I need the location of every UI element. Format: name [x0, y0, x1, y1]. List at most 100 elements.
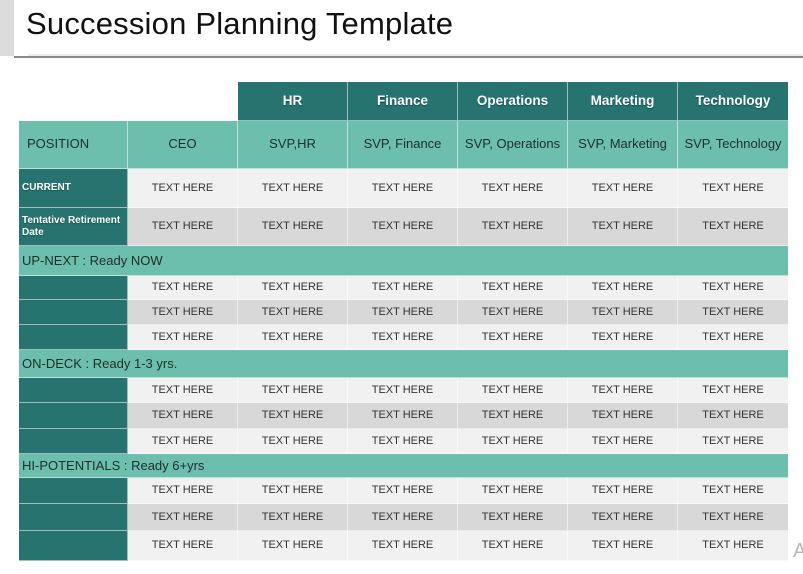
table-cell[interactable]: TEXT HERE [238, 504, 348, 531]
row-label-blank[interactable] [19, 531, 128, 561]
table-cell[interactable]: TEXT HERE [678, 276, 788, 300]
table-cell[interactable]: TEXT HERE [568, 276, 678, 300]
table-row: TEXT HERE TEXT HERE TEXT HERE TEXT HERE TEXT… [19, 300, 788, 325]
table-cell[interactable]: TEXT HERE [678, 378, 788, 403]
table-cell[interactable]: TEXT HERE [678, 300, 788, 325]
table-cell[interactable]: TEXT HERE [568, 169, 678, 208]
row-label-blank[interactable] [19, 276, 128, 300]
table-cell[interactable]: TEXT HERE [458, 531, 568, 561]
table-cell[interactable]: TEXT HERE [678, 403, 788, 429]
row-label-blank[interactable] [19, 504, 128, 531]
table-cell[interactable]: TEXT HERE [678, 478, 788, 504]
table-cell[interactable]: TEXT HERE [568, 531, 678, 561]
department-header-marketing: Marketing [568, 82, 678, 121]
position-row: POSITION CEO SVP,HR SVP, Finance SVP, Operat… [19, 121, 788, 169]
table-cell[interactable]: TEXT HERE [348, 325, 458, 350]
row-label-blank[interactable] [19, 300, 128, 325]
title-divider [14, 56, 803, 58]
table-cell[interactable]: TEXT HERE [568, 429, 678, 454]
table-cell[interactable]: TEXT HERE [678, 169, 788, 208]
table-cell[interactable]: TEXT HERE [238, 300, 348, 325]
department-header-finance: Finance [348, 82, 458, 121]
table-cell[interactable]: TEXT HERE [128, 300, 238, 325]
table-cell[interactable]: TEXT HERE [678, 325, 788, 350]
row-label-blank[interactable] [19, 325, 128, 350]
table-cell[interactable]: TEXT HERE [238, 478, 348, 504]
table-cell[interactable]: TEXT HERE [128, 378, 238, 403]
table-cell[interactable]: TEXT HERE [458, 169, 568, 208]
table-cell[interactable]: TEXT HERE [348, 300, 458, 325]
department-header-row: HR Finance Operations Marketing Technology [19, 82, 788, 121]
department-header-technology: Technology [678, 82, 788, 121]
table-cell[interactable]: TEXT HERE [568, 403, 678, 429]
table-cell[interactable]: TEXT HERE [128, 208, 238, 246]
position-cell: SVP, Marketing [568, 121, 678, 169]
table-cell[interactable]: TEXT HERE [458, 478, 568, 504]
table-cell[interactable]: TEXT HERE [128, 276, 238, 300]
row-label: CURRENT [19, 169, 128, 208]
table-cell[interactable]: TEXT HERE [458, 276, 568, 300]
table-cell[interactable]: TEXT HERE [568, 478, 678, 504]
table-cell[interactable]: TEXT HERE [238, 378, 348, 403]
table-cell[interactable]: TEXT HERE [678, 504, 788, 531]
table-cell[interactable]: TEXT HERE [678, 429, 788, 454]
table-cell[interactable]: TEXT HERE [348, 504, 458, 531]
page-title: Succession Planning Template [26, 6, 454, 41]
table-cell[interactable]: TEXT HERE [128, 531, 238, 561]
table-row: TEXT HERE TEXT HERE TEXT HERE TEXT HERE TEXT… [19, 478, 788, 504]
table-cell[interactable]: TEXT HERE [348, 208, 458, 246]
row-label-blank[interactable] [19, 478, 128, 504]
position-label: POSITION [19, 121, 128, 169]
blank-cell [128, 82, 238, 121]
table-cell[interactable]: TEXT HERE [568, 208, 678, 246]
table-cell[interactable]: TEXT HERE [568, 300, 678, 325]
table-cell[interactable]: TEXT HERE [458, 403, 568, 429]
table-cell[interactable]: TEXT HERE [348, 531, 458, 561]
table-cell[interactable]: TEXT HERE [678, 531, 788, 561]
table-cell[interactable]: TEXT HERE [458, 378, 568, 403]
table-cell[interactable]: TEXT HERE [348, 378, 458, 403]
table-cell[interactable]: TEXT HERE [128, 169, 238, 208]
table-cell[interactable]: TEXT HERE [128, 325, 238, 350]
table-cell[interactable]: TEXT HERE [128, 403, 238, 429]
table-cell[interactable]: TEXT HERE [348, 403, 458, 429]
table-cell[interactable]: TEXT HERE [128, 429, 238, 454]
department-header-hr: HR [238, 82, 348, 121]
table-cell[interactable]: TEXT HERE [128, 504, 238, 531]
table-cell[interactable]: TEXT HERE [458, 325, 568, 350]
table-cell[interactable]: TEXT HERE [348, 276, 458, 300]
section-header: HI-POTENTIALS : Ready 6+yrs [19, 454, 788, 478]
table-cell[interactable]: TEXT HERE [348, 169, 458, 208]
section-header: ON-DECK : Ready 1-3 yrs. [19, 350, 788, 378]
table-cell[interactable]: TEXT HERE [458, 504, 568, 531]
table-cell[interactable]: TEXT HERE [348, 429, 458, 454]
table-cell[interactable]: TEXT HERE [678, 208, 788, 246]
table-cell[interactable]: TEXT HERE [458, 208, 568, 246]
table-cell[interactable]: TEXT HERE [238, 429, 348, 454]
table-cell[interactable]: TEXT HERE [238, 531, 348, 561]
row-label-blank[interactable] [19, 429, 128, 454]
table-cell[interactable]: TEXT HERE [458, 429, 568, 454]
table-cell[interactable]: TEXT HERE [348, 478, 458, 504]
left-accent-strip [0, 0, 14, 56]
table-cell[interactable]: TEXT HERE [568, 378, 678, 403]
watermark-fragment: A [793, 540, 803, 562]
table-row: TEXT HERE TEXT HERE TEXT HERE TEXT HERE TEXT… [19, 378, 788, 403]
table-cell[interactable]: TEXT HERE [568, 325, 678, 350]
table-row: TEXT HERE TEXT HERE TEXT HERE TEXT HERE TEXT… [19, 276, 788, 300]
table-cell[interactable]: TEXT HERE [568, 504, 678, 531]
table-cell[interactable]: TEXT HERE [458, 300, 568, 325]
row-label: Tentative Retirement Date [19, 208, 128, 246]
blank-cell [19, 82, 128, 121]
row-label-blank[interactable] [19, 378, 128, 403]
table-cell[interactable]: TEXT HERE [238, 325, 348, 350]
table-cell[interactable]: TEXT HERE [238, 169, 348, 208]
table-cell[interactable]: TEXT HERE [238, 208, 348, 246]
table-cell[interactable]: TEXT HERE [238, 403, 348, 429]
table-cell[interactable]: TEXT HERE [238, 276, 348, 300]
table-cell[interactable]: TEXT HERE [128, 478, 238, 504]
row-label-blank[interactable] [19, 403, 128, 429]
table-row: TEXT HERE TEXT HERE TEXT HERE TEXT HERE TEXT… [19, 504, 788, 531]
table-row: TEXT HERE TEXT HERE TEXT HERE TEXT HERE TEXT… [19, 325, 788, 350]
succession-table: HR Finance Operations Marketing Technology PO… [19, 82, 788, 561]
